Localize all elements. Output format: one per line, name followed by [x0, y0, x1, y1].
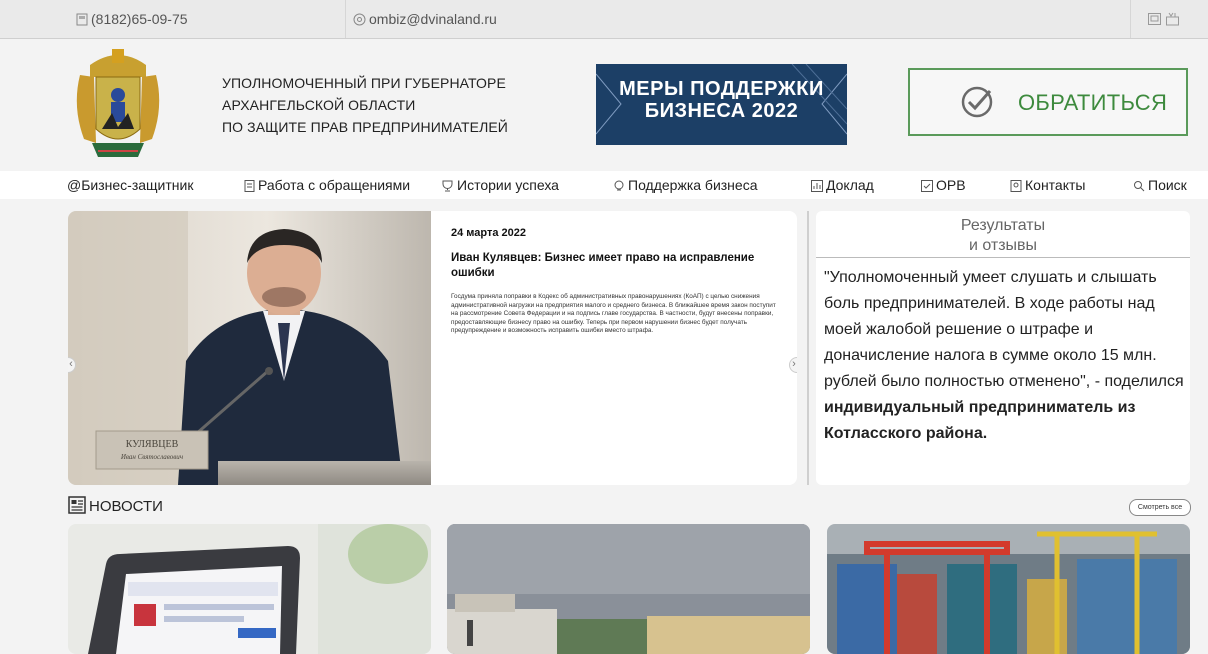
- phone-contact[interactable]: (8182)65-09-75: [76, 0, 188, 38]
- slide-photo[interactable]: КУЛЯВЦЕВ Иван Святославович: [68, 211, 431, 485]
- contact-us-button[interactable]: ОБРАТИТЬСЯ: [908, 68, 1188, 136]
- news-card-image-port: [827, 524, 1190, 654]
- view-all-news-button[interactable]: Смотреть все: [1129, 499, 1191, 516]
- slider-next-button[interactable]: ›: [789, 357, 797, 373]
- contacts-icon: [1010, 180, 1022, 192]
- news-card-image-laptop: [68, 524, 431, 654]
- news-card-3[interactable]: [827, 524, 1190, 654]
- review-author: индивидуальный предприниматель из Котлас…: [824, 399, 1136, 442]
- slide-title[interactable]: Иван Кулявцев: Бизнес имеет право на исп…: [451, 251, 781, 281]
- document-icon: [244, 180, 255, 192]
- phone-text: (8182)65-09-75: [91, 11, 188, 27]
- youtube-icon[interactable]: [1166, 12, 1179, 26]
- phone-icon: [76, 13, 88, 26]
- nav-item-orv[interactable]: ОРВ: [921, 177, 966, 193]
- email-text: ombiz@dvinaland.ru: [369, 11, 497, 27]
- nav-item-success-stories[interactable]: Истории успеха: [441, 177, 559, 193]
- nav-item-business-defender[interactable]: @Бизнес-защитник: [67, 177, 193, 193]
- news-card-2[interactable]: [447, 524, 810, 654]
- report-icon: [811, 180, 823, 192]
- nameplate-name: Иван Святославович: [120, 453, 184, 461]
- lightbulb-icon: [614, 180, 624, 191]
- trophy-icon: [442, 180, 453, 192]
- results-reviews-panel: Результаты и отзывы "Уполномоченный умее…: [816, 211, 1190, 485]
- email-contact[interactable]: ombiz@dvinaland.ru: [353, 0, 497, 38]
- news-card-1[interactable]: [68, 524, 431, 654]
- checklist-icon: [921, 180, 933, 192]
- reviews-title: Результаты и отзывы: [960, 217, 1046, 254]
- nav-item-contacts[interactable]: Контакты: [1010, 177, 1085, 193]
- review-quote: "Уполномоченный умеет слушать и слышать …: [824, 269, 1184, 442]
- chevron-right-icon: ›: [792, 358, 796, 370]
- slide-body: Госдума приняла поправки в Кодекс об адм…: [451, 293, 776, 335]
- nav-item-report[interactable]: Доклад: [811, 177, 874, 193]
- site-header: УПОЛНОМОЧЕННЫЙ ПРИ ГУБЕРНАТОРЕ АРХАНГЕЛЬ…: [0, 39, 1208, 171]
- nameplate-surname: КУЛЯВЦЕВ: [126, 439, 179, 450]
- nav-item-business-support[interactable]: Поддержка бизнеса: [613, 177, 758, 193]
- news-slider: КУЛЯВЦЕВ Иван Святославович 24 марта 202…: [68, 211, 797, 485]
- nav-item-search[interactable]: Поиск: [1133, 177, 1187, 193]
- nav-item-appeals[interactable]: Работа с обращениями: [244, 177, 410, 193]
- news-heading: НОВОСТИ: [68, 496, 163, 515]
- section-divider: [807, 211, 809, 485]
- slide-date: 24 марта 2022: [451, 227, 527, 239]
- top-bar: (8182)65-09-75 ombiz@dvinaland.ru: [0, 0, 1208, 39]
- chevron-left-icon: ‹: [69, 358, 73, 370]
- support-measures-banner[interactable]: МЕРЫ ПОДДЕРЖКИ БИЗНЕСА 2022: [596, 64, 847, 145]
- main-navigation: @Бизнес-защитник Работа с обращениями Ис…: [0, 171, 1208, 199]
- email-icon: [353, 13, 366, 26]
- contact-us-label: ОБРАТИТЬСЯ: [1018, 90, 1168, 115]
- coat-of-arms-logo[interactable]: [72, 47, 164, 163]
- search-icon: [1134, 181, 1145, 192]
- organization-name[interactable]: УПОЛНОМОЧЕННЫЙ ПРИ ГУБЕРНАТОРЕ АРХАНГЕЛЬ…: [222, 72, 508, 138]
- news-icon: [68, 496, 86, 514]
- news-card-image-town: [447, 524, 810, 654]
- check-circle-icon: [961, 86, 993, 118]
- slide-text: 24 марта 2022 Иван Кулявцев: Бизнес имее…: [451, 227, 781, 336]
- accessibility-icon[interactable]: [1148, 13, 1161, 25]
